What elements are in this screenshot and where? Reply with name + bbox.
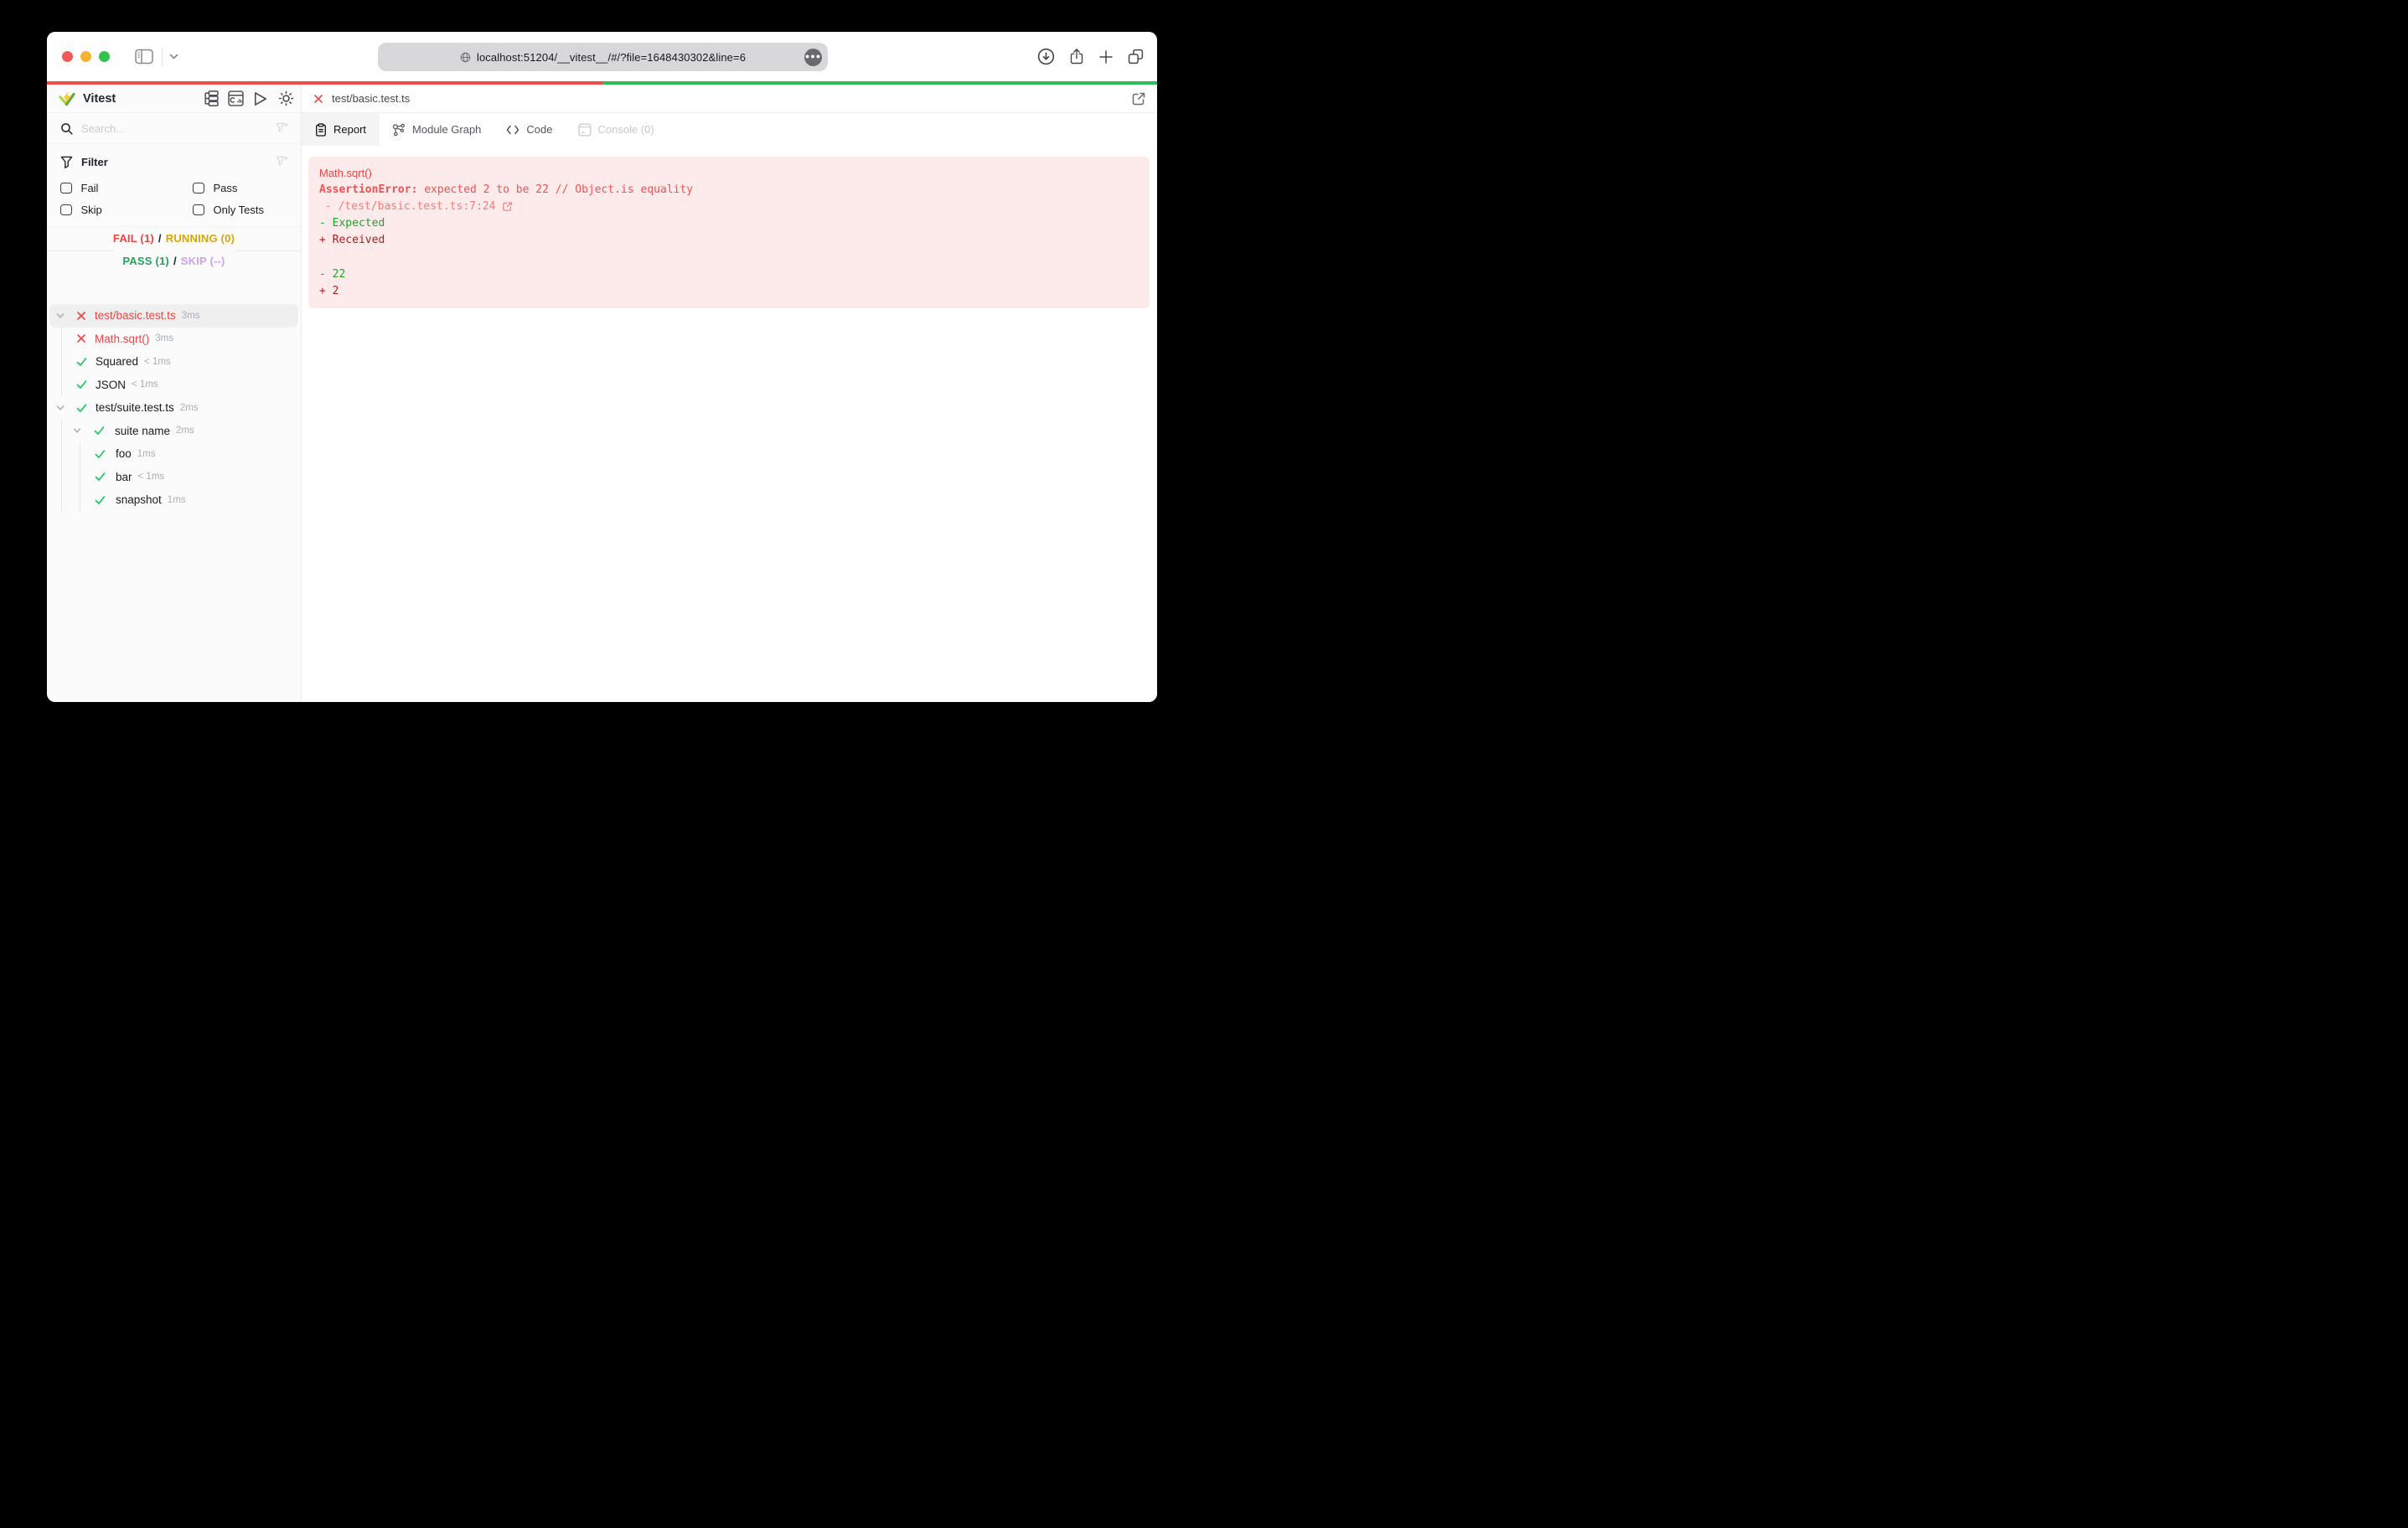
file-header: test/basic.test.ts [302,85,1157,113]
failed-test-name: Math.sqrt() [319,166,372,179]
search-icon [60,122,73,135]
diff-expected-value: - 22 [319,267,346,281]
summary-skip-count: SKIP (--) [180,255,225,267]
sidebar-header: Vitest [47,85,301,113]
fail-x-icon [76,333,86,343]
tree-view-icon[interactable] [202,90,219,107]
zoom-button[interactable] [99,51,110,62]
diff-received-value: + 2 [319,284,339,297]
main-panel: test/basic.test.ts Report Module Graph C… [302,85,1157,702]
error-panel: Math.sqrt() AssertionError: expected 2 t… [308,156,1150,308]
sidebar-toggle-icon[interactable] [135,49,153,65]
error-message-line: AssertionError: expected 2 to be 22 // O… [319,183,694,196]
pass-check-icon [95,449,106,459]
filter-icon [60,156,73,168]
new-tab-icon[interactable] [1098,49,1114,65]
toolbar-divider [162,48,163,65]
pass-check-icon [95,472,106,482]
report-icon [315,122,327,137]
checkbox-fail[interactable] [60,182,72,194]
file-header-title: test/basic.test.ts [332,92,411,105]
code-icon [506,124,519,136]
report-view: Math.sqrt() AssertionError: expected 2 t… [302,146,1157,702]
view-tabs: Report Module Graph Code Console (0) [302,113,1157,146]
browser-window: localhost:51204/__vitest__/#/?file=16484… [47,32,1157,702]
pass-check-icon [76,379,87,390]
pass-check-icon [94,426,105,436]
address-bar[interactable]: localhost:51204/__vitest__/#/?file=16484… [378,43,828,71]
open-in-external-icon[interactable] [1131,91,1146,106]
clear-search-filter-icon[interactable] [276,122,288,134]
tree-item-basic-test-file[interactable]: test/basic.test.ts 3ms [49,304,298,328]
pass-check-icon [76,357,87,367]
open-in-editor-icon[interactable] [502,201,513,212]
diff-expected-label: - Expected [319,217,385,230]
filter-option-skip[interactable]: Skip [60,204,193,216]
pass-check-icon [76,403,87,413]
summary-pass-count: PASS (1) [122,255,169,267]
stack-trace-line: - /test/basic.test.ts:7:24 [319,199,1139,215]
browser-titlebar: localhost:51204/__vitest__/#/?file=16484… [47,32,1157,81]
more-icon[interactable]: ●●● [804,48,822,66]
test-summary: FAIL (1) / RUNNING (0) PASS (1) / SKIP (… [47,227,301,272]
tree-item-suite-name[interactable]: suite name 2ms [47,420,301,443]
pass-check-icon [95,495,106,505]
diff-received-label: + Received [319,234,385,247]
tree-item-snapshot[interactable]: snapshot 1ms [47,488,301,512]
clear-filter-icon[interactable] [276,156,288,168]
tab-overview-icon[interactable] [1128,49,1144,65]
globe-icon [460,52,471,63]
fail-x-icon [313,94,323,104]
url-text: localhost:51204/__vitest__/#/?file=16484… [476,50,747,64]
close-button[interactable] [62,51,73,62]
tab-console: Console (0) [566,113,667,146]
download-icon[interactable] [1037,48,1055,65]
console-icon [577,122,592,137]
tree-item-math-sqrt[interactable]: Math.sqrt() 3ms [47,328,301,351]
chevron-down-icon[interactable] [169,53,178,60]
share-icon[interactable] [1069,48,1084,65]
vitest-logo [59,90,75,106]
app-title: Vitest [83,91,116,106]
filter-option-pass[interactable]: Pass [193,182,237,194]
filter-title: Filter [81,155,108,168]
stack-file-link[interactable]: - /test/basic.test.ts:7:24 [325,199,496,215]
tree-item-foo[interactable]: foo 1ms [47,442,301,466]
sidebar: Vitest Search... Filter Fail Pass Skip O… [47,85,302,702]
filter-option-only-tests[interactable]: Only Tests [193,204,264,216]
run-all-icon[interactable] [252,90,269,107]
filter-option-fail[interactable]: Fail [60,182,193,194]
diff-blank-line [319,249,1139,266]
traffic-lights [62,51,110,62]
minimize-button[interactable] [80,51,91,62]
checkbox-only-tests[interactable] [193,204,204,216]
search-row [47,113,301,144]
collapse-chevron-icon[interactable] [56,312,65,320]
summary-fail-count: FAIL (1) [112,232,154,245]
checkbox-skip[interactable] [60,204,72,216]
tree-item-json[interactable]: JSON < 1ms [47,374,301,397]
tree-item-suite-test-file[interactable]: test/suite.test.ts 2ms [47,396,301,420]
tree-item-bar[interactable]: bar < 1ms [47,466,301,489]
collapse-chevron-icon[interactable] [56,404,65,412]
test-tree: test/basic.test.ts 3ms Math.sqrt() 3ms S… [47,272,301,702]
desktop-background: localhost:51204/__vitest__/#/?file=16484… [0,0,1204,764]
tab-module-graph[interactable]: Module Graph [380,113,493,146]
dashboard-icon[interactable] [227,90,244,107]
fail-x-icon [76,311,86,321]
titlebar-right-tools [1037,32,1144,81]
checkbox-pass[interactable] [193,182,204,194]
summary-running-count: RUNNING (0) [165,232,235,245]
collapse-chevron-icon[interactable] [73,426,81,435]
theme-toggle-icon[interactable] [277,90,294,107]
tab-report[interactable]: Report [302,113,380,146]
search-input[interactable] [81,121,276,135]
tree-item-squared[interactable]: Squared < 1ms [47,350,301,374]
filter-section: Filter Fail Pass Skip Only Tests [47,144,301,227]
tab-code[interactable]: Code [493,113,565,146]
module-graph-icon [392,123,406,137]
